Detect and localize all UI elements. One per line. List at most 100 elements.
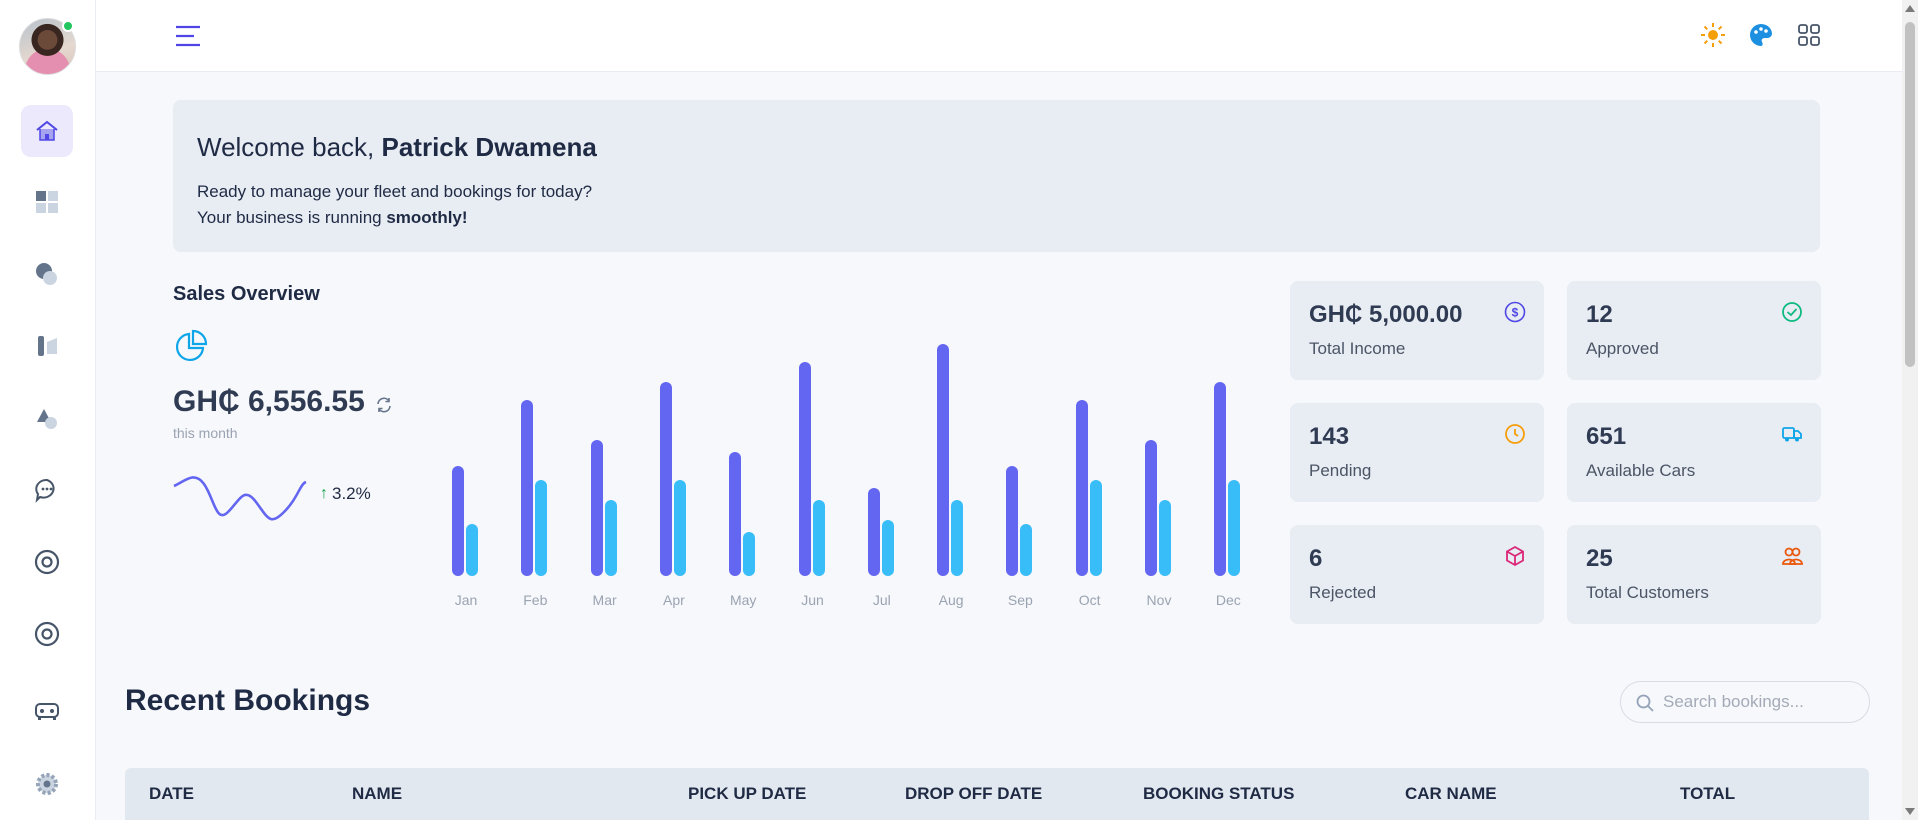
chart-bar xyxy=(937,344,950,576)
welcome-heading: Welcome back, Patrick Dwamena xyxy=(197,132,597,162)
search-icon xyxy=(1636,694,1654,712)
chart-bar xyxy=(535,480,548,576)
x-tick-label: Apr xyxy=(662,592,685,608)
search-input[interactable] xyxy=(1663,682,1863,722)
palette-icon[interactable] xyxy=(1748,22,1774,48)
sales-bar-chart: Jan Feb Mar Apr May Jun Jul Aug Sep Oct Nov Dec xyxy=(440,330,1250,610)
sun-icon[interactable] xyxy=(1700,22,1726,48)
chart-bar xyxy=(867,488,880,576)
nav-messages[interactable] xyxy=(21,464,73,516)
box-icon xyxy=(1506,545,1524,567)
nav-home[interactable] xyxy=(21,105,73,157)
x-tick-label: Aug xyxy=(938,592,964,608)
chart-bar xyxy=(951,500,964,576)
chart-bar xyxy=(452,466,464,576)
dashboard-grid-icon xyxy=(36,191,58,213)
chart-bar xyxy=(521,400,534,576)
stat-label: Available Cars xyxy=(1586,461,1696,480)
chart-bar xyxy=(1145,440,1157,576)
x-tick-label: Jan xyxy=(454,592,478,608)
nav-maintenance[interactable] xyxy=(21,320,73,372)
scroll-down-arrow[interactable] xyxy=(1905,808,1915,815)
chart-bar xyxy=(1006,466,1019,576)
stat-card-available-cars: 651 Available Cars xyxy=(1567,403,1821,502)
search-bookings[interactable] xyxy=(1620,681,1870,723)
chart-bar xyxy=(1089,480,1102,576)
column-header-booking-status[interactable]: BOOKING STATUS xyxy=(1143,784,1294,804)
stat-value: GH₵ 5,000.00 xyxy=(1309,301,1463,328)
column-header-dropoff-date[interactable]: DROP OFF DATE xyxy=(905,784,1042,804)
clock-icon xyxy=(1505,424,1525,444)
chart-bar xyxy=(673,480,686,576)
chat-icon xyxy=(35,478,55,503)
arrow-up-icon: ↑ xyxy=(320,485,328,502)
chart-bar xyxy=(659,382,672,576)
x-tick-label: Mar xyxy=(592,592,617,608)
apps-grid-icon[interactable] xyxy=(1796,22,1822,48)
gear-icon xyxy=(36,773,58,795)
menu-icon[interactable] xyxy=(174,22,202,50)
welcome-line-1: Ready to manage your fleet and bookings … xyxy=(197,182,593,201)
vertical-scrollbar[interactable] xyxy=(1902,0,1918,820)
truck-icon xyxy=(1782,427,1802,442)
nav-customers[interactable] xyxy=(21,248,73,300)
circles-icon xyxy=(36,263,57,285)
stat-card-total-income: GH₵ 5,000.00 Total Income $ xyxy=(1290,281,1544,380)
x-tick-label: Nov xyxy=(1146,592,1172,608)
svg-text:$: $ xyxy=(1512,306,1519,320)
chart-bar xyxy=(590,440,603,576)
stat-card-rejected: 6 Rejected xyxy=(1290,525,1544,624)
scroll-thumb[interactable] xyxy=(1905,22,1915,367)
nav-shapes[interactable] xyxy=(21,392,73,444)
x-tick-label: Feb xyxy=(523,592,548,608)
scroll-up-arrow[interactable] xyxy=(1905,5,1915,12)
nav-target-2[interactable] xyxy=(21,608,73,660)
column-header-name[interactable]: NAME xyxy=(352,784,402,804)
stat-card-pending: 143 Pending xyxy=(1290,403,1544,502)
chart-bar xyxy=(1214,382,1227,576)
online-status-dot xyxy=(62,20,74,32)
stat-value: 25 xyxy=(1586,545,1613,572)
dollar-icon: $ xyxy=(1504,301,1526,323)
car-icon xyxy=(35,703,59,720)
tools-icon xyxy=(38,336,57,356)
sales-overview-title: Sales Overview xyxy=(173,283,320,305)
chart-bar xyxy=(466,524,478,576)
pie-chart-icon xyxy=(176,329,208,361)
chart-bar xyxy=(1075,400,1088,576)
nav-cars[interactable] xyxy=(21,684,73,736)
x-tick-label: May xyxy=(729,592,757,608)
refresh-icon[interactable] xyxy=(375,396,393,414)
x-tick-label: Oct xyxy=(1078,592,1101,608)
stat-card-total-customers: 25 Total Customers xyxy=(1567,525,1821,624)
chart-bar xyxy=(1228,480,1241,576)
chart-bar xyxy=(812,500,825,576)
x-tick-label: Jul xyxy=(872,592,891,608)
stat-label: Approved xyxy=(1586,339,1659,358)
nav-target-1[interactable] xyxy=(21,536,73,588)
check-circle-icon xyxy=(1782,302,1802,322)
column-header-total[interactable]: TOTAL xyxy=(1680,784,1735,804)
stat-label: Total Customers xyxy=(1586,583,1709,602)
stat-label: Pending xyxy=(1309,461,1372,480)
chart-bar xyxy=(1020,524,1033,576)
sparkline xyxy=(173,476,307,521)
x-tick-label: Dec xyxy=(1215,592,1241,608)
chart-bar xyxy=(743,532,756,576)
chart-bar xyxy=(729,452,742,576)
sales-period: this month xyxy=(173,425,238,441)
stat-card-approved: 12 Approved xyxy=(1567,281,1821,380)
column-header-date[interactable]: DATE xyxy=(149,784,194,804)
recent-bookings-title: Recent Bookings xyxy=(125,684,371,717)
target-icon xyxy=(34,621,60,647)
chart-bar xyxy=(1159,500,1171,576)
stat-value: 143 xyxy=(1309,423,1350,450)
stat-label: Total Income xyxy=(1309,339,1406,358)
nav-dashboard[interactable] xyxy=(21,176,73,228)
column-header-pickup-date[interactable]: PICK UP DATE xyxy=(688,784,806,804)
target-icon xyxy=(34,549,60,575)
nav-settings[interactable] xyxy=(21,758,73,810)
chart-bar xyxy=(881,520,894,576)
welcome-card: Welcome back, Patrick Dwamena Ready to m… xyxy=(173,100,1820,252)
column-header-car-name[interactable]: CAR NAME xyxy=(1405,784,1497,804)
